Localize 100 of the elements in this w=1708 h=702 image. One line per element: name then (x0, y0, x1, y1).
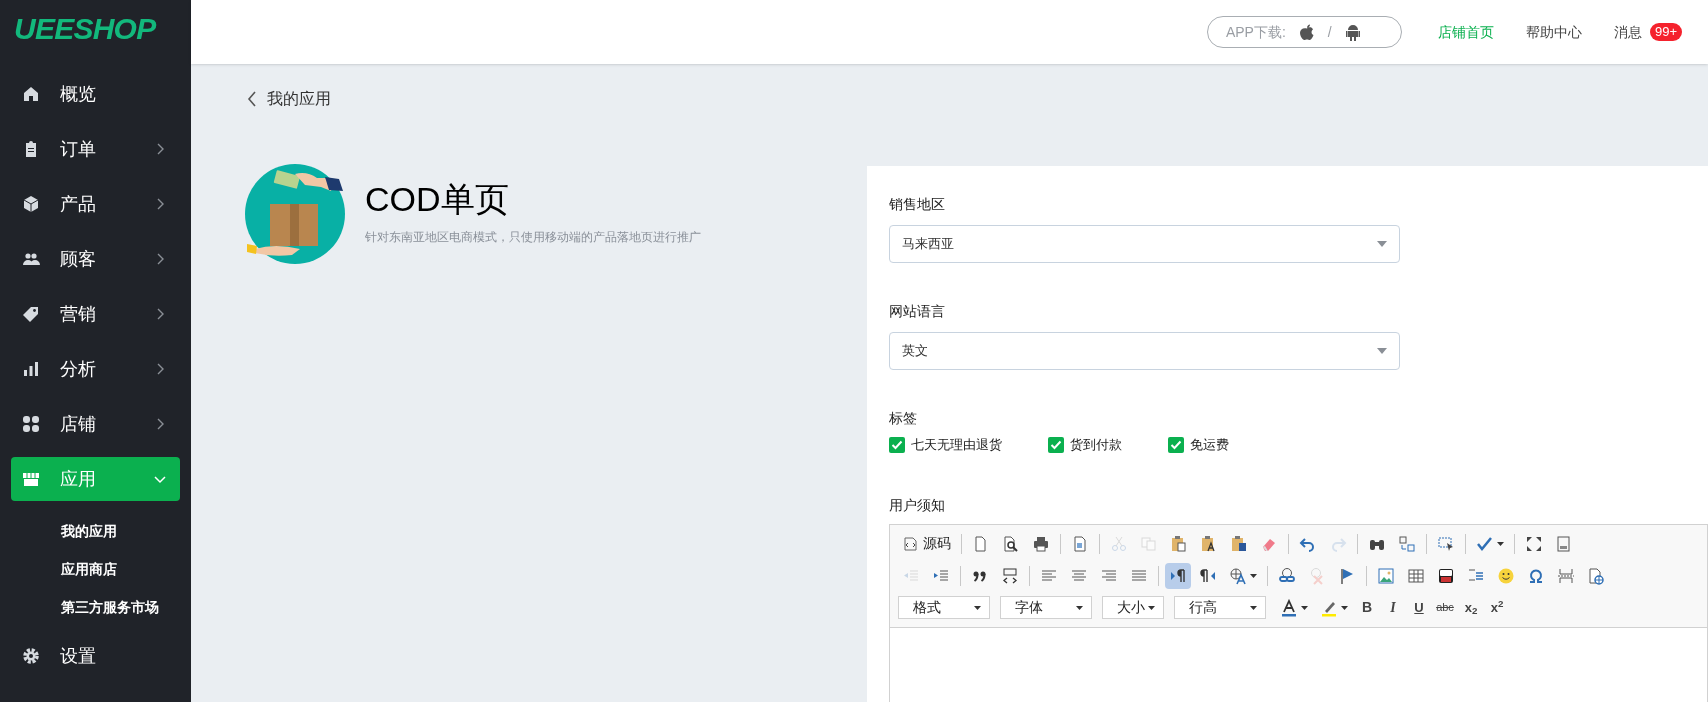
caret-icon (974, 605, 981, 610)
store-icon (22, 470, 40, 488)
maximize-icon (1525, 534, 1543, 553)
toolbar-separator (1514, 533, 1515, 554)
toolbar-separator (1060, 533, 1061, 554)
format-button[interactable]: x$_{2}$ (1460, 594, 1482, 621)
app-title: COD单页 (365, 182, 510, 216)
toolbar-separator (1426, 533, 1427, 554)
field-label: 标签 (889, 409, 917, 428)
home-icon (22, 85, 40, 103)
bar-chart-icon (22, 360, 40, 378)
toolbar-separator (961, 533, 962, 554)
submenu-item[interactable]: 应用商店 (0, 550, 191, 588)
format-button[interactable]: abc (1434, 594, 1456, 621)
checkbox-option[interactable]: 货到付款 (1048, 435, 1122, 455)
checkbox-option[interactable]: 免运费 (1168, 435, 1229, 455)
checkbox[interactable] (1168, 436, 1184, 453)
breadcrumb-link[interactable]: 我的应用 (267, 87, 331, 111)
checkbox[interactable] (889, 436, 905, 453)
format-dropdown[interactable]: 字体 (1000, 596, 1092, 619)
iframe-icon (1587, 566, 1605, 585)
page-break-icon (1557, 566, 1575, 585)
copy-icon (1140, 534, 1158, 553)
scissors-icon (1110, 534, 1128, 553)
caret-icon (1250, 573, 1257, 578)
app-description: 针对东南亚地区电商模式，只使用移动端的产品落地页进行推广 (365, 229, 701, 246)
parcel-icon (245, 164, 345, 264)
unlink-icon (1308, 566, 1326, 585)
apple-icon[interactable] (1299, 23, 1314, 41)
logo[interactable]: UEESHOP (14, 5, 156, 51)
image-icon (1377, 566, 1395, 585)
language-icon (1229, 566, 1247, 585)
sidebar-item[interactable]: 设置 (11, 634, 180, 678)
format-button[interactable]: x$^{2}$ (1486, 594, 1508, 621)
clipboard-document-icon (1230, 534, 1248, 553)
toolbar-separator (1099, 533, 1100, 554)
format-dropdown[interactable]: 大小 (1102, 596, 1164, 619)
select-field[interactable]: 英文 (889, 332, 1400, 370)
caret-icon (1341, 605, 1348, 610)
smiley-icon (1497, 566, 1515, 585)
toolbar-separator (1366, 565, 1367, 586)
caret-icon (1497, 541, 1504, 546)
checkbox[interactable] (1048, 436, 1064, 453)
android-icon[interactable] (1345, 23, 1360, 41)
submenu-item[interactable]: 第三方服务市场 (0, 588, 191, 626)
replace-icon (1398, 534, 1416, 553)
format-dropdown[interactable]: 行高 (1174, 596, 1266, 619)
toolbar-separator (1029, 565, 1030, 586)
settings-icon (22, 647, 40, 665)
format-button[interactable]: B (1356, 594, 1378, 621)
checkbox-option[interactable]: 七天无理由退货 (889, 435, 1002, 455)
count-badge: 99+ (1649, 23, 1682, 41)
toolbar-separator (1357, 533, 1358, 554)
select-field[interactable]: 马来西亚 (889, 225, 1400, 263)
sidebar-item[interactable]: 订单 (11, 127, 180, 171)
left-to-right-icon (1169, 566, 1187, 585)
submenu-item[interactable]: 我的应用 (0, 512, 191, 550)
text-color-icon (1280, 598, 1298, 617)
dropdown-caret-icon (1377, 348, 1387, 354)
format-button[interactable]: U (1408, 594, 1430, 621)
field-label: 用户须知 (889, 495, 945, 515)
sidebar-item[interactable]: 产品 (11, 182, 180, 226)
people-icon (22, 250, 40, 268)
rich-text-editor[interactable]: 源码 格式 字体 大小 行高 B I U abc x$_{2}$ x$^{2}$ (889, 523, 1708, 702)
toolbar-separator (1158, 565, 1159, 586)
blocks-icon (1555, 534, 1573, 553)
preview-icon (1002, 534, 1020, 553)
video-icon (1437, 566, 1455, 585)
caret-icon (1301, 605, 1308, 610)
div-container-icon (1001, 566, 1019, 585)
printer-icon (1032, 534, 1050, 553)
caret-icon (1250, 605, 1257, 610)
sidebar-item[interactable]: 顾客 (11, 237, 180, 281)
clipboard-icon (1170, 534, 1188, 553)
back-icon[interactable] (247, 91, 257, 107)
caret-icon (1148, 605, 1155, 610)
top-nav-link[interactable]: 消息 (1613, 21, 1642, 43)
sidebar-item[interactable]: 营销 (11, 292, 180, 336)
format-button[interactable]: I (1382, 594, 1404, 621)
app-download-label: APP下载: (1225, 22, 1286, 42)
toolbar-separator (1267, 565, 1268, 586)
toolbar-separator (960, 565, 961, 586)
sidebar-item[interactable]: 分析 (11, 347, 180, 391)
tag-icon (22, 305, 40, 323)
source-button[interactable]: 源码 (898, 530, 955, 557)
link-icon (1278, 566, 1296, 585)
source-code-icon (902, 534, 920, 553)
format-dropdown[interactable]: 格式 (898, 596, 990, 619)
field-label: 网站语言 (889, 302, 945, 321)
slash-separator: / (1327, 22, 1332, 42)
grid-icon (22, 415, 40, 433)
table-icon (1407, 566, 1425, 585)
left-to-right-button[interactable] (1165, 562, 1191, 589)
caret-icon (1076, 605, 1083, 610)
top-nav-link[interactable]: 帮助中心 (1525, 21, 1582, 43)
toolbar-separator (1465, 533, 1466, 554)
sidebar-item[interactable]: 店铺 (11, 402, 180, 446)
sidebar-item[interactable]: 概览 (11, 72, 180, 116)
chevron-down-icon (154, 473, 166, 485)
cube-icon (22, 195, 40, 213)
